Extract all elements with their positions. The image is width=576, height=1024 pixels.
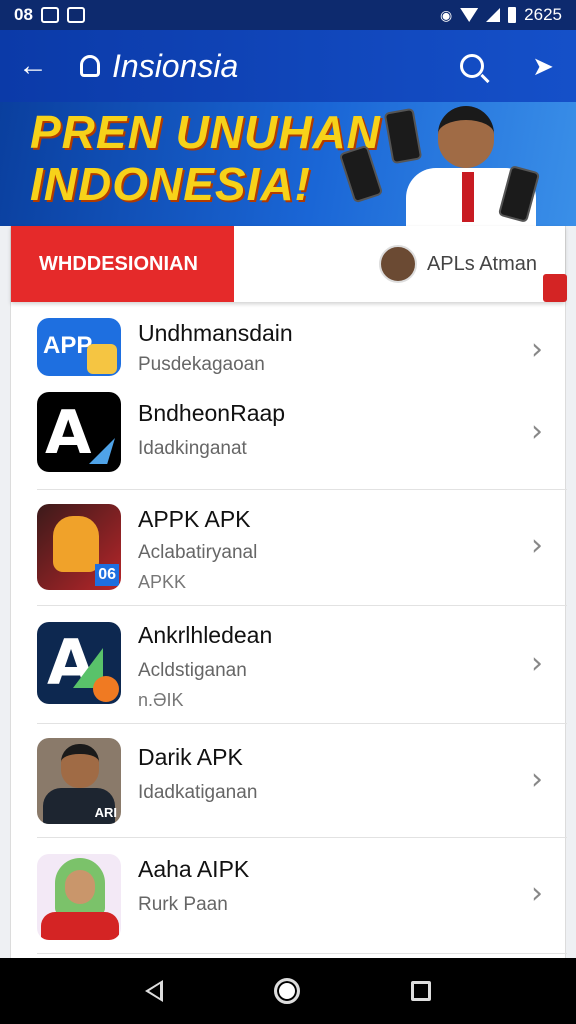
app-icon: 06 bbox=[37, 504, 121, 590]
tab-bar: WHDDESIONIAN APLs Atman bbox=[11, 226, 567, 302]
app-icon: ARI bbox=[37, 738, 121, 824]
app-subtitle-2: n.ӘIK bbox=[138, 690, 184, 710]
app-subtitle: Idadkinganat bbox=[138, 438, 247, 459]
app-subtitle: Pusdekagaoan bbox=[138, 354, 265, 375]
status-bar: 08 ◉ 2625 bbox=[0, 0, 576, 30]
share-icon[interactable]: ➤ bbox=[528, 51, 558, 82]
app-icon-label: APP bbox=[43, 332, 93, 359]
app-name: Undhmansdain bbox=[138, 320, 293, 346]
banner-headline-line2: INDONESIA! bbox=[30, 158, 311, 210]
app-subtitle: Aclabatiryanal bbox=[138, 542, 258, 563]
app-icon-label: 06 bbox=[95, 564, 119, 586]
list-item[interactable]: ARI Darik APK Idadkatiganan › bbox=[37, 724, 567, 838]
battery-icon bbox=[508, 7, 517, 23]
app-name: Aaha AIPK bbox=[138, 856, 250, 882]
notification-icon-2 bbox=[66, 7, 85, 23]
chevron-right-icon: › bbox=[531, 762, 543, 797]
app-name: Ankrlhledean bbox=[138, 622, 273, 648]
status-left-text: 08 bbox=[14, 5, 33, 24]
notification-icon bbox=[40, 7, 59, 23]
app-icon: A bbox=[37, 622, 121, 704]
app-name: BndheonRaap bbox=[138, 400, 286, 426]
chevron-right-icon: › bbox=[531, 646, 543, 681]
chevron-right-icon: › bbox=[531, 414, 543, 449]
app-name: APPK APK bbox=[138, 506, 251, 532]
app-icon-label: ARI bbox=[94, 805, 117, 820]
app-subtitle: Acldstiganan bbox=[138, 660, 247, 681]
system-nav-bar bbox=[0, 958, 576, 1024]
wifi-icon bbox=[460, 8, 479, 22]
banner-headline: PREN UNUHAN INDONESIA! bbox=[30, 106, 381, 210]
circle-home-icon[interactable] bbox=[273, 978, 300, 1004]
chevron-right-icon: › bbox=[531, 332, 543, 367]
chevron-right-icon: › bbox=[531, 876, 543, 911]
app-bar: ← Insionsia ➤ bbox=[0, 30, 576, 102]
square-recent-icon[interactable] bbox=[410, 981, 431, 1001]
list-item[interactable]: A Ankrlhledean Acldstiganan n.ӘIK › bbox=[37, 606, 567, 724]
app-icon: APP bbox=[37, 318, 121, 376]
list-item[interactable]: Aaha AIPK Rurk Paan › bbox=[37, 838, 567, 954]
app-subtitle: Rurk Paan bbox=[138, 894, 228, 915]
corner-badge-icon bbox=[543, 274, 567, 302]
person-image bbox=[383, 102, 556, 226]
status-time: 2625 bbox=[524, 5, 562, 24]
app-list-panel: WHDDESIONIAN APLs Atman APP Undhmansdain… bbox=[10, 226, 567, 958]
app-subtitle: Idadkatiganan bbox=[138, 782, 258, 803]
signal-icon bbox=[486, 8, 501, 22]
page-title: Insionsia bbox=[112, 47, 239, 84]
banner-headline-line1: PREN UNUHAN bbox=[30, 106, 381, 158]
search-icon[interactable] bbox=[460, 54, 484, 78]
list-item[interactable]: A BndheonRaap Idadkinganat › bbox=[37, 388, 567, 490]
avatar bbox=[378, 245, 417, 283]
tab-side[interactable]: APLs Atman bbox=[234, 226, 565, 302]
tab-side-label: APLs Atman bbox=[426, 252, 537, 275]
nfc-icon: ◉ bbox=[439, 6, 453, 23]
bell-icon[interactable] bbox=[80, 55, 100, 77]
promo-banner[interactable]: PREN UNUHAN INDONESIA! bbox=[0, 102, 576, 226]
arrow-left-icon[interactable]: ← bbox=[18, 49, 64, 83]
list-item[interactable]: APP Undhmansdain Pusdekagaoan › bbox=[37, 310, 567, 388]
chevron-right-icon: › bbox=[531, 528, 543, 563]
list-item[interactable]: 06 APPK APK Aclabatiryanal APKK › bbox=[37, 490, 567, 606]
app-subtitle-2: APKK bbox=[138, 572, 187, 592]
app-icon: A bbox=[37, 392, 121, 472]
tab-active[interactable]: WHDDESIONIAN bbox=[11, 226, 234, 302]
app-name: Darik APK bbox=[138, 744, 243, 770]
triangle-back-icon[interactable] bbox=[145, 980, 164, 1002]
app-icon bbox=[37, 854, 121, 940]
